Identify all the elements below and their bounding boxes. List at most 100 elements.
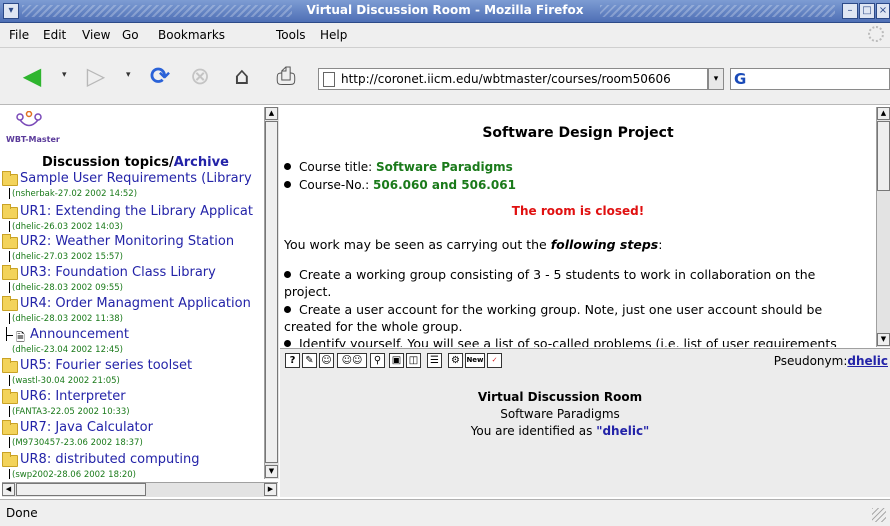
user-icon[interactable]: ☺ <box>319 353 334 368</box>
tree-line <box>9 375 10 386</box>
topic-title[interactable]: UR1: Extending the Library Applicat <box>20 204 253 219</box>
topic-meta: (dhelic-28.03 2002 11:38) <box>12 314 123 324</box>
users-group-icon[interactable]: ☺☺ <box>337 353 367 368</box>
status-bar: Done <box>0 499 890 526</box>
document-tool-icon[interactable]: ☰ <box>427 353 442 368</box>
step-item: Create a working group consisting of 3 -… <box>284 266 864 300</box>
room-title: Virtual Discussion Room <box>477 390 643 404</box>
menu-edit[interactable]: Edit <box>43 28 66 42</box>
forward-arrow-icon[interactable]: ▷ <box>82 62 110 90</box>
menu-bar: File Edit View Go Bookmarks Tools Help <box>0 23 890 48</box>
settings-tool-icon[interactable]: ⚙ <box>448 353 463 368</box>
search-box[interactable]: G <box>730 68 890 90</box>
tree-line <box>9 437 10 448</box>
scroll-right-arrow-icon[interactable]: ▶ <box>264 483 277 496</box>
topic-title[interactable]: UR3: Foundation Class Library <box>20 265 216 280</box>
pseudonym-link[interactable]: dhelic <box>847 354 888 368</box>
topic-title[interactable]: UR7: Java Calculator <box>20 420 153 435</box>
navigation-toolbar: ◀ ▾ ▷ ▾ ⟳ ⊗ ⌂ ⎙ http://coronet.iicm.edu/… <box>0 48 890 105</box>
folder-tool-icon[interactable]: ◫ <box>406 353 421 368</box>
folder-icon <box>2 358 18 373</box>
menu-view[interactable]: View <box>82 28 110 42</box>
bullet-icon <box>284 340 291 347</box>
wbt-master-logo[interactable]: WBT-Master <box>6 135 60 144</box>
image-icon[interactable]: ▣ <box>389 353 404 368</box>
topic-title[interactable]: UR6: Interpreter <box>20 389 126 404</box>
status-text: Done <box>6 506 38 520</box>
minimize-button[interactable]: – <box>842 3 858 19</box>
room-closed-notice: The room is closed! <box>511 204 645 218</box>
edit-profile-icon[interactable]: ✎ <box>302 353 317 368</box>
print-icon[interactable]: ⎙ <box>272 62 300 90</box>
address-url[interactable]: http://coronet.iicm.edu/wbtmaster/course… <box>341 72 671 86</box>
folder-icon <box>2 171 18 186</box>
back-arrow-icon[interactable]: ◀ <box>18 62 46 90</box>
topic-meta: (swp2002-28.06 2002 18:20) <box>12 470 136 479</box>
identified-prefix: You are identified as <box>470 424 597 438</box>
topic-title[interactable]: UR2: Weather Monitoring Station <box>20 234 234 249</box>
folder-icon <box>2 296 18 311</box>
scroll-thumb[interactable] <box>877 121 890 191</box>
room-course: Software Paradigms <box>500 407 620 421</box>
intro-suffix: : <box>658 237 663 252</box>
menu-go[interactable]: Go <box>122 28 139 42</box>
topic-meta: (dhelic-23.04 2002 12:45) <box>12 345 123 355</box>
discussion-topics-frame: WBT-Master Discussion topics/Archive Sam… <box>2 107 264 479</box>
close-button[interactable]: × <box>876 3 890 19</box>
topic-title[interactable]: UR4: Order Managment Application <box>20 296 251 311</box>
back-history-dropdown-icon[interactable]: ▾ <box>62 70 67 80</box>
menu-help[interactable]: Help <box>320 28 347 42</box>
scroll-left-arrow-icon[interactable]: ◀ <box>2 483 15 496</box>
horizontal-scroll-thumb[interactable] <box>16 483 146 496</box>
scroll-thumb[interactable] <box>265 121 278 463</box>
address-bar[interactable]: http://coronet.iicm.edu/wbtmaster/course… <box>318 68 708 90</box>
forward-history-dropdown-icon[interactable]: ▾ <box>126 70 131 80</box>
new-item-icon[interactable]: New <box>465 353 485 368</box>
course-number-line: Course-No.: 506.060 and 506.061 <box>284 178 516 192</box>
identified-user: "dhelic" <box>596 424 650 438</box>
discussion-topics-label: Discussion topics/ <box>42 155 174 170</box>
topic-meta: (nsherbak-27.02 2002 14:52) <box>12 189 138 199</box>
search-tool-icon[interactable]: ⚲ <box>370 353 385 368</box>
topic-meta: (M9730457-23.06 2002 18:37) <box>12 438 143 448</box>
scroll-up-arrow-icon[interactable]: ▲ <box>265 107 278 120</box>
resize-grip-icon[interactable] <box>872 508 886 522</box>
course-number-label: Course-No.: <box>299 178 374 192</box>
menu-tools[interactable]: Tools <box>276 28 306 42</box>
scroll-down-arrow-icon[interactable]: ▼ <box>265 465 278 478</box>
not-checked-icon[interactable]: ✓ <box>487 353 502 368</box>
main-frame-vertical-scrollbar[interactable]: ▲ ▼ <box>876 107 890 347</box>
address-dropdown-icon[interactable]: ▾ <box>708 68 724 90</box>
topic-title[interactable]: Sample User Requirements (Library <box>20 171 252 186</box>
pseudonym-label: Pseudonym: <box>773 354 848 368</box>
step-text: Identify yourself. You will see a list o… <box>299 336 837 347</box>
reload-icon[interactable]: ⟳ <box>146 62 174 90</box>
scroll-down-arrow-icon[interactable]: ▼ <box>877 333 890 346</box>
stop-icon[interactable]: ⊗ <box>186 62 214 90</box>
topic-meta: (dhelic-26.03 2002 14:03) <box>12 222 123 232</box>
menu-bookmarks[interactable]: Bookmarks <box>158 28 225 42</box>
maximize-button[interactable]: □ <box>859 3 875 19</box>
menu-file[interactable]: File <box>9 28 29 42</box>
course-info-frame: Software Design Project Course title: So… <box>280 107 876 347</box>
window-titlebar: ▾ Virtual Discussion Room - Mozilla Fire… <box>0 0 890 23</box>
topic-meta: (dhelic-28.03 2002 09:55) <box>12 283 123 293</box>
scroll-up-arrow-icon[interactable]: ▲ <box>877 107 890 120</box>
left-frame-horizontal-scrollbar[interactable]: ◀ ▶ <box>2 482 278 497</box>
archive-link[interactable]: Archive <box>174 155 229 170</box>
discussion-topics-heading: Discussion topics/Archive <box>42 155 229 170</box>
google-search-icon[interactable]: G <box>734 70 746 88</box>
intro-paragraph: You work may be seen as carrying out the… <box>284 236 864 253</box>
topic-title[interactable]: Announcement <box>30 327 129 342</box>
activity-throbber-icon <box>868 26 884 42</box>
topic-title[interactable]: UR8: distributed computing <box>20 452 199 467</box>
home-icon[interactable]: ⌂ <box>228 62 256 90</box>
topic-title[interactable]: UR5: Fourier series toolset <box>20 358 192 373</box>
tree-line <box>9 469 10 479</box>
pseudonym-display: Pseudonym:dhelic <box>774 354 888 368</box>
intro-emphasis: following steps <box>550 237 659 252</box>
step-text: Create a user account for the working gr… <box>284 302 823 334</box>
folder-icon <box>2 234 18 249</box>
left-frame-vertical-scrollbar[interactable]: ▲ ▼ <box>264 107 279 479</box>
help-icon[interactable]: ? <box>285 353 300 368</box>
